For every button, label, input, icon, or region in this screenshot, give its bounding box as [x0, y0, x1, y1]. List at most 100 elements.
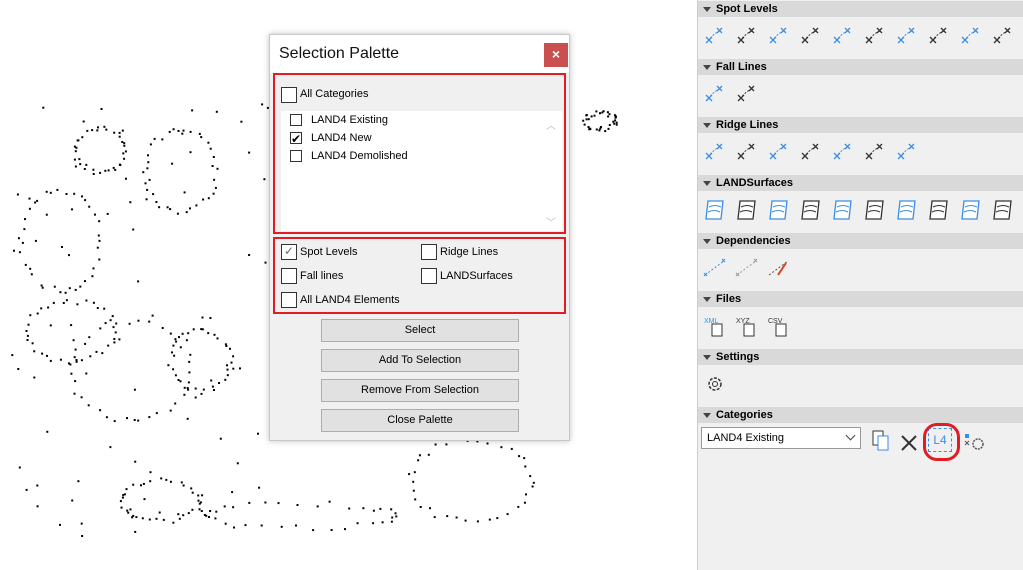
scroll-up-icon[interactable]: ︿ [540, 117, 562, 132]
fall-line-icon[interactable] [702, 81, 728, 107]
landsurfaces-checkbox[interactable] [421, 268, 437, 284]
surface-raise-icon[interactable] [766, 197, 792, 223]
fall-lines-checkbox[interactable] [281, 268, 297, 284]
add-to-selection-button[interactable]: Add To Selection [321, 349, 519, 372]
ridge-points-icon[interactable] [798, 139, 824, 165]
gear-icon[interactable] [702, 371, 728, 397]
surface-edit-icon[interactable] [990, 197, 1016, 223]
drawing-point [80, 396, 83, 399]
spot-level-surface-icon[interactable] [862, 23, 888, 49]
fall-line-edit-icon[interactable] [734, 81, 760, 107]
drawing-point [137, 419, 140, 422]
spot-level-cone-icon[interactable] [798, 23, 824, 49]
ridge-surface-fill-icon[interactable] [862, 139, 888, 165]
xyz-file-icon[interactable]: XYZ [734, 313, 760, 339]
drawing-point [29, 314, 32, 317]
section-header-dependencies[interactable]: Dependencies [698, 233, 1023, 249]
drawing-point [25, 330, 28, 332]
select-button[interactable]: Select [321, 319, 519, 342]
drawing-point [434, 443, 437, 446]
section-header-spot-levels[interactable]: Spot Levels [698, 1, 1023, 17]
drawing-point [149, 480, 152, 483]
ridge-lines-checkbox[interactable] [421, 244, 437, 260]
drawing-point [200, 510, 203, 512]
category-checkbox[interactable] [290, 150, 302, 162]
ridge-surface-icon[interactable] [830, 139, 856, 165]
spot-level-label-icon[interactable] [702, 23, 728, 49]
drawing-point [200, 392, 203, 395]
drawing-point [372, 522, 375, 525]
selection-palette-dialog: Selection Palette × All Categories LAND4… [269, 34, 570, 441]
list-scrollbar[interactable]: ︿ ﹀ [540, 111, 562, 231]
spot-level-cluster-icon[interactable] [766, 23, 792, 49]
section-header-settings[interactable]: Settings [698, 349, 1023, 365]
dependency-link-gray-icon[interactable] [734, 255, 760, 281]
ridge-edit-icon[interactable] [894, 139, 920, 165]
xml-import-icon[interactable]: XML [702, 313, 728, 339]
drawing-point [427, 453, 430, 456]
drawing-point [207, 141, 210, 144]
drawing-point [277, 502, 280, 505]
drawing-point [114, 168, 117, 171]
spot-level-line-icon[interactable] [926, 23, 952, 49]
drawing-point [40, 307, 43, 310]
close-palette-button[interactable]: Close Palette [321, 409, 519, 432]
drawing-point [96, 307, 99, 309]
csv-save-icon[interactable]: CSV [766, 313, 792, 339]
surface-center-icon[interactable] [734, 197, 760, 223]
category-list-icon[interactable] [868, 428, 894, 454]
surface-sum-icon[interactable] [958, 197, 984, 223]
spot-level-plane-icon[interactable] [830, 23, 856, 49]
section-header-ridge-lines[interactable]: Ridge Lines [698, 117, 1023, 133]
drawing-point [147, 154, 149, 157]
drawing-point [224, 522, 227, 525]
surface-dots-add-icon[interactable] [862, 197, 888, 223]
all-land4-elements-checkbox[interactable] [281, 292, 297, 308]
drawing-point [531, 485, 534, 488]
drawing-point [506, 513, 509, 516]
scroll-down-icon[interactable]: ﹀ [540, 214, 562, 229]
surface-layers-icon[interactable] [926, 197, 952, 223]
section-header-categories[interactable]: Categories [698, 407, 1023, 423]
category-list: LAND4 Existing ✔ LAND4 New LAND4 Demolis… [281, 111, 546, 231]
category-checkbox[interactable]: ✔ [290, 132, 302, 145]
drawing-point [59, 523, 61, 526]
dependency-remove-icon[interactable] [766, 255, 792, 281]
drawing-point [162, 518, 165, 521]
spot-level-box-icon[interactable] [894, 23, 920, 49]
close-button[interactable]: × [544, 43, 568, 67]
spot-level-fall-icon[interactable] [958, 23, 984, 49]
drawing-point [56, 188, 59, 191]
category-select[interactable]: LAND4 Existing [701, 427, 861, 449]
spot-levels-checkbox[interactable]: ✓ [281, 244, 297, 260]
drawing-point [240, 120, 243, 123]
drawing-point [47, 306, 50, 309]
category-hide-icon[interactable] [896, 430, 922, 456]
surface-mesh-add-icon[interactable] [830, 197, 856, 223]
ridge-line-icon[interactable] [702, 139, 728, 165]
spot-level-edit-icon[interactable] [990, 23, 1016, 49]
drawing-point [84, 199, 87, 202]
category-settings-icon[interactable] [962, 430, 988, 456]
category-checkbox[interactable] [290, 114, 302, 126]
dependency-link-icon[interactable] [702, 255, 728, 281]
section-header-fall-lines[interactable]: Fall Lines [698, 59, 1023, 75]
surface-points-icon[interactable] [702, 197, 728, 223]
remove-from-selection-button[interactable]: Remove From Selection [321, 379, 519, 402]
drawing-point [73, 145, 76, 148]
surface-cross-icon[interactable] [798, 197, 824, 223]
section-header-landsurfaces[interactable]: LANDSurfaces [698, 175, 1023, 191]
surface-grid-icon[interactable] [894, 197, 920, 223]
drawing-point [295, 524, 297, 527]
drawing-point [88, 336, 91, 339]
drawing-point [166, 206, 169, 209]
drawing-point [612, 120, 615, 123]
section-header-files[interactable]: Files [698, 291, 1023, 307]
drawing-point [84, 342, 87, 345]
ridge-add-icon[interactable] [766, 139, 792, 165]
all-categories-checkbox[interactable] [281, 87, 297, 103]
drawing-point [607, 127, 610, 130]
spot-level-multi-icon[interactable] [734, 23, 760, 49]
ridge-contour-icon[interactable] [734, 139, 760, 165]
drawing-point [68, 254, 70, 257]
